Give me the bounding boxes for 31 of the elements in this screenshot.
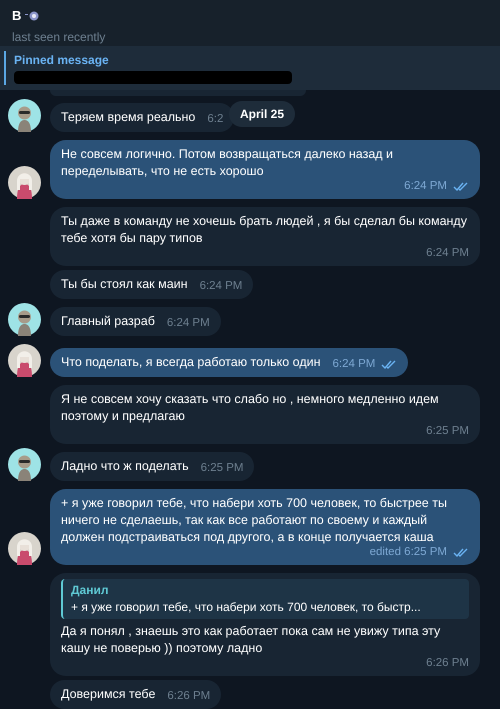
message-time: 6:24 PM — [332, 358, 376, 371]
message-time: 6:24 PM — [426, 247, 469, 260]
chat-title: B — [12, 7, 22, 25]
message-text: Ты бы стоял как маин — [61, 276, 188, 293]
message-text: Что поделать, я всегда работаю только один — [61, 354, 321, 371]
message-time: 6:2 — [207, 113, 224, 126]
message-time: 6:24 PM — [200, 280, 242, 293]
message-time: 6:26 PM — [426, 657, 469, 670]
message-text: Ты даже в команду не хочешь брать людей , я бы сделал бы команду тебе хотя бы пару типов — [61, 213, 468, 247]
emoji-icon — [25, 10, 40, 21]
reply-author: Данил — [71, 582, 110, 599]
message-text: Главный разраб — [61, 313, 155, 330]
message-text: Теряем время реально — [61, 109, 196, 126]
message-time: 6:24 PM — [404, 180, 447, 193]
message-time: edited 6:25 PM — [370, 546, 447, 559]
message-text: + я уже говорил тебе, что набери хоть 700 человек, то быстрее ты ничего не сделаешь, так как все работают по своему и каждый должен подстраиваться под другого, а в конце получается каша — [61, 495, 448, 546]
pinned-message-bar[interactable]: Pinned message — [0, 46, 500, 90]
message-time: 6:24 PM — [166, 317, 210, 330]
message-text: Да я понял , знаешь это как работает пока сам не увижу типа эту кашу не поверью )) поэтому ладно — [61, 623, 442, 657]
message-text: Доверимся тебе — [61, 686, 156, 703]
last-seen-status: last seen recently — [12, 28, 106, 46]
date-badge: April 25 — [229, 101, 296, 127]
reply-quote[interactable]: Данил + я уже говорил тебе, что набери хоть 700 человек, то быстр... — [61, 579, 469, 619]
message-text: Ладно что ж поделать — [61, 458, 189, 475]
message-text: Не совсем логично. Потом возвращаться далеко назад и переделывать, что не есть хорошо — [61, 146, 394, 180]
message-time: 6:25 PM — [200, 462, 244, 475]
message-time: 6:25 PM — [426, 425, 469, 438]
message-text: Я не совсем хочу сказать что слабо но , немного медленно идем поэтому и предлагаю — [61, 391, 440, 425]
pinned-label: Pinned message — [14, 52, 110, 68]
reply-text: + я уже говорил тебе, что набери хоть 700 человек, то быстр... — [71, 599, 422, 616]
message-time: 6:26 PM — [167, 690, 210, 703]
